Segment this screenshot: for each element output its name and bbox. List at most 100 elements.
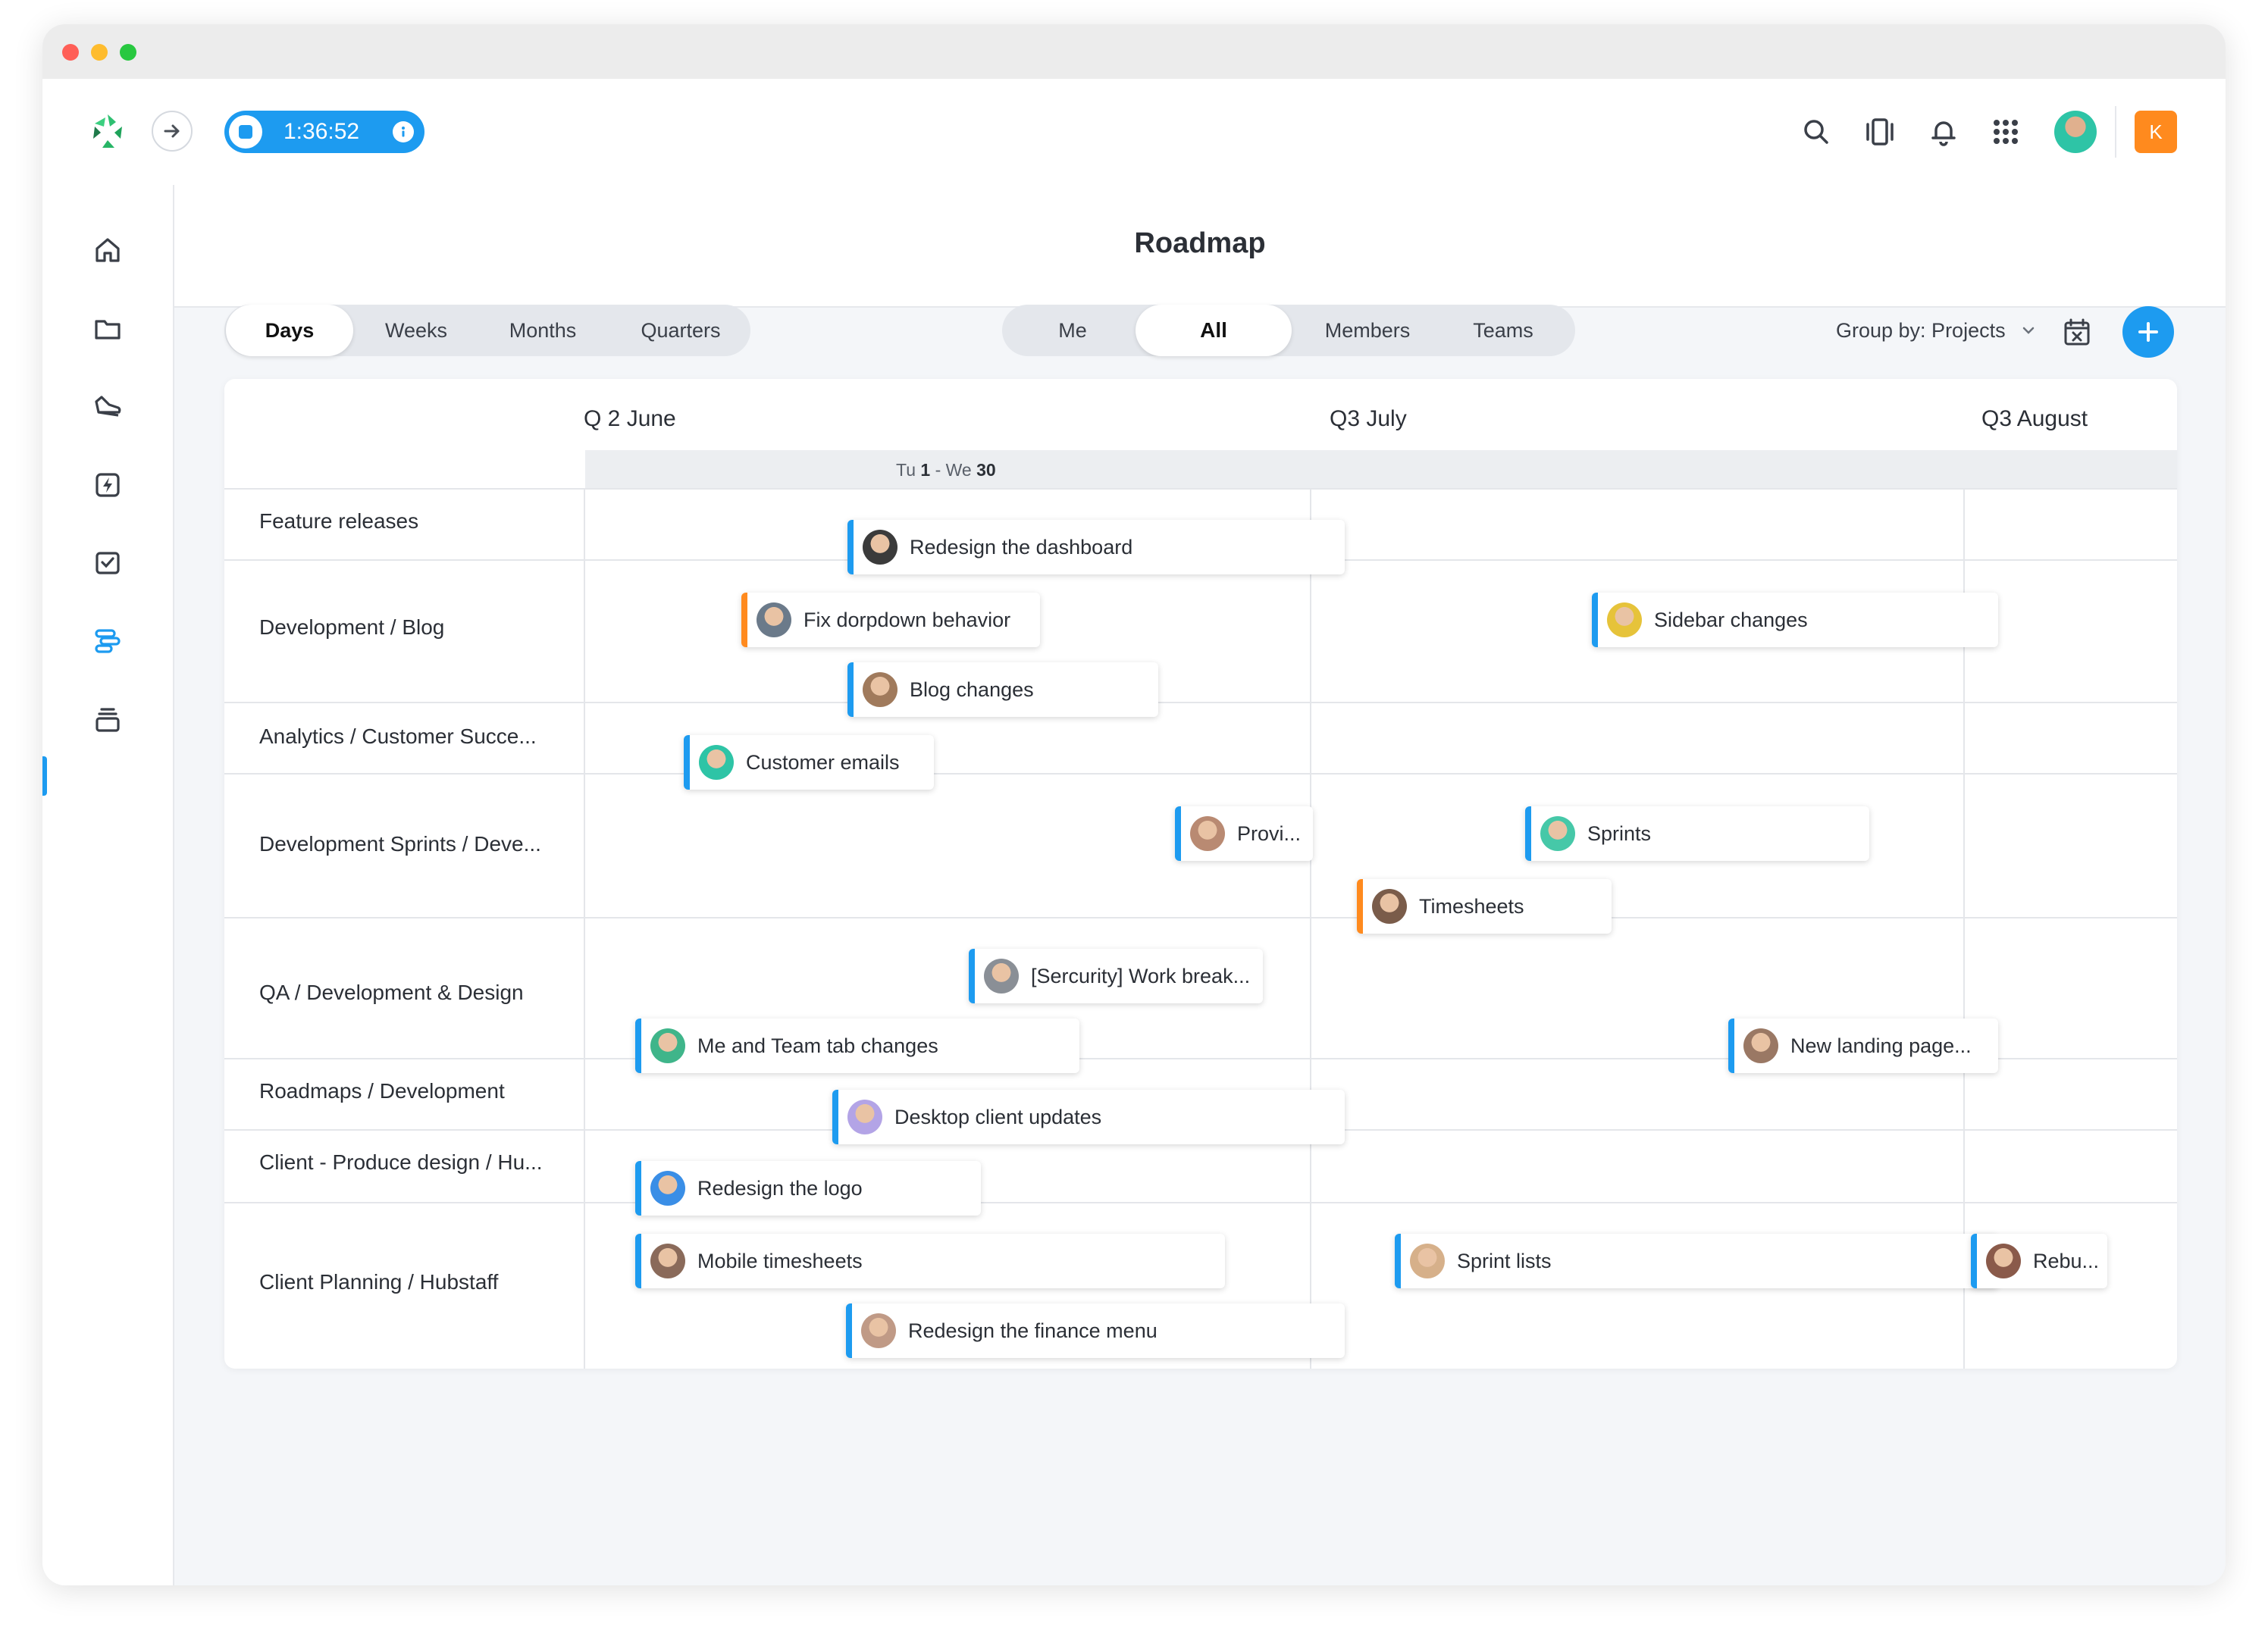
search-icon[interactable] (1798, 114, 1834, 150)
task-accent (635, 1161, 641, 1216)
row-divider (224, 702, 2177, 703)
task-card[interactable]: Me and Team tab changes (635, 1019, 1079, 1073)
task-accent (635, 1019, 641, 1073)
task-avatar (650, 1244, 685, 1278)
task-card[interactable]: Sidebar changes (1592, 593, 1998, 647)
task-card[interactable]: Mobile timesheets (635, 1234, 1225, 1288)
calendar-icon[interactable] (2059, 314, 2095, 350)
add-button[interactable] (2122, 306, 2174, 358)
task-card[interactable]: Customer emails (684, 735, 934, 790)
task-accent (1728, 1019, 1734, 1073)
stop-icon[interactable] (229, 115, 262, 149)
row-label: Development Sprints / Deve... (259, 832, 541, 856)
day-range-label: Tu 1 - We 30 (896, 450, 996, 490)
logo-icon[interactable] (85, 109, 130, 155)
tab-teams[interactable]: Teams (1439, 305, 1568, 356)
task-avatar (984, 959, 1019, 994)
task-avatar (863, 530, 897, 565)
minimize-window-button[interactable] (91, 44, 108, 61)
range-tabs: Days Weeks Months Quarters (224, 305, 750, 356)
row-label: Analytics / Customer Succe... (259, 724, 537, 748)
task-label: Redesign the dashboard (910, 536, 1133, 559)
task-label: Fix dorpdown behavior (804, 609, 1011, 631)
task-label: Mobile timesheets (697, 1250, 863, 1272)
info-icon[interactable] (393, 121, 414, 142)
task-accent (969, 949, 975, 1003)
timer-value: 1:36:52 (284, 119, 360, 144)
day-range-band: Tu 1 - We 30 (585, 450, 2177, 490)
tab-months[interactable]: Months (475, 305, 611, 356)
task-accent (847, 520, 854, 574)
collapse-arrow-icon[interactable] (152, 111, 193, 152)
page-header: Roadmap (174, 185, 2226, 308)
task-card[interactable]: Timesheets (1357, 879, 1612, 934)
task-card[interactable]: Redesign the dashboard (847, 520, 1345, 574)
task-avatar (1540, 816, 1575, 851)
task-card[interactable]: Rebu... (1971, 1234, 2107, 1288)
inbox-icon[interactable] (89, 702, 126, 738)
day-range-separator: - We (930, 460, 977, 480)
tab-days[interactable]: Days (226, 305, 353, 356)
roadmap-panel: Q 2 June Q3 July Q3 August Tu 1 - We 30 … (224, 379, 2177, 1369)
bell-icon[interactable] (1925, 114, 1962, 150)
activity-icon[interactable] (1862, 114, 1898, 150)
task-card[interactable]: Fix dorpdown behavior (741, 593, 1040, 647)
task-accent (1175, 806, 1181, 861)
day-range-start-prefix: Tu (896, 460, 921, 480)
task-avatar (861, 1313, 896, 1348)
task-card[interactable]: [Sercurity] Work break... (969, 949, 1263, 1003)
close-window-button[interactable] (62, 44, 79, 61)
task-avatar (699, 745, 734, 780)
task-card[interactable]: Sprints (1525, 806, 1869, 861)
roadmap-icon[interactable] (89, 623, 126, 659)
task-accent (1971, 1234, 1977, 1288)
active-indicator (42, 756, 47, 796)
task-card[interactable]: Sprint lists (1395, 1234, 1998, 1288)
task-accent (635, 1234, 641, 1288)
task-card[interactable]: Desktop client updates (832, 1090, 1345, 1144)
task-avatar (1190, 816, 1225, 851)
avatar[interactable] (2054, 111, 2097, 153)
task-label: Me and Team tab changes (697, 1034, 938, 1057)
scope-tabs: Me All Members Teams (1002, 305, 1575, 356)
task-accent (684, 735, 690, 790)
tab-all[interactable]: All (1136, 305, 1292, 356)
checkbox-icon[interactable] (89, 544, 126, 580)
task-label: Customer emails (746, 751, 900, 774)
shoe-icon[interactable] (89, 388, 126, 424)
task-label: Redesign the logo (697, 1177, 863, 1200)
task-avatar (1372, 889, 1407, 924)
task-label: Desktop client updates (894, 1106, 1102, 1128)
task-card[interactable]: Provi... (1175, 806, 1313, 861)
lightning-icon[interactable] (89, 467, 126, 503)
page-title: Roadmap (1134, 227, 1266, 259)
task-card[interactable]: New landing page... (1728, 1019, 1998, 1073)
tab-quarters[interactable]: Quarters (612, 305, 749, 356)
tab-members[interactable]: Members (1292, 305, 1443, 356)
task-card[interactable]: Redesign the logo (635, 1161, 981, 1216)
zoom-window-button[interactable] (120, 44, 136, 61)
timer-pill[interactable]: 1:36:52 (224, 111, 424, 153)
task-label: New landing page... (1790, 1034, 1972, 1057)
account-badge[interactable]: K (2135, 111, 2177, 153)
tab-weeks[interactable]: Weeks (359, 305, 473, 356)
task-label: Timesheets (1419, 895, 1524, 918)
task-avatar (757, 602, 791, 637)
row-divider (224, 488, 2177, 490)
task-card[interactable]: Blog changes (847, 662, 1158, 717)
folder-icon[interactable] (89, 311, 126, 347)
title-bar (42, 24, 2226, 79)
app-window: 1:36:52 K Roadmap Days Weeks Months Quar… (42, 24, 2226, 1585)
task-label: Provi... (1237, 822, 1302, 845)
task-accent (847, 662, 854, 717)
group-by-label: Group by: Projects (1836, 319, 2006, 342)
task-card[interactable]: Redesign the finance menu (846, 1303, 1345, 1358)
home-icon[interactable] (89, 232, 126, 268)
task-accent (832, 1090, 838, 1144)
sidebar (42, 185, 174, 1585)
apps-grid-icon[interactable] (1988, 114, 2024, 150)
group-by-dropdown[interactable]: Group by: Projects (1836, 305, 2056, 356)
day-range-start-day: 1 (920, 460, 931, 480)
row-label: Roadmaps / Development (259, 1079, 505, 1103)
tab-me[interactable]: Me (1002, 305, 1143, 356)
